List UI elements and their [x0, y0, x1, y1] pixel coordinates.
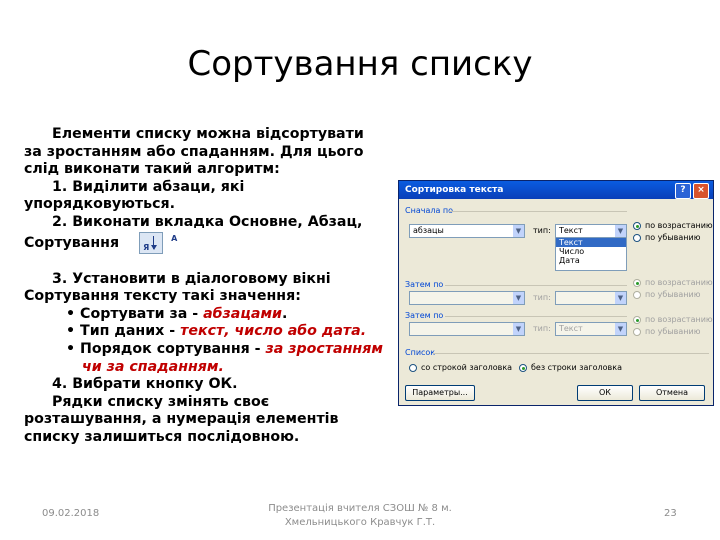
chevron-down-icon: ▼: [513, 292, 524, 304]
type-dropdown-list[interactable]: Текст Число Дата: [555, 237, 627, 271]
bullet-sort-by: • Сортувати за - абзацами.: [24, 306, 386, 324]
bullet-data-type-value: текст, число або дата.: [180, 323, 367, 340]
footer-date: 09.02.2018: [42, 508, 100, 519]
closing-paragraph: Рядки списку змінять своє розташування, …: [24, 393, 339, 445]
type-label-2: тип:: [533, 293, 551, 302]
type-select-2[interactable]: ▼: [555, 291, 627, 305]
chevron-down-icon: ▼: [615, 225, 626, 237]
slide-title: Сортування списку: [187, 44, 533, 84]
help-button[interactable]: ?: [675, 183, 691, 199]
chevron-down-icon: ▼: [513, 225, 524, 237]
group-list: Список: [405, 348, 436, 357]
chevron-down-icon: ▼: [615, 323, 626, 335]
step-1: 1. Виділити абзаци, які упорядковуються.: [24, 178, 245, 213]
type-select-1[interactable]: Текст ▼: [555, 224, 627, 238]
bullet-data-type: • Тип даних - текст, число або дата.: [24, 323, 386, 341]
chevron-down-icon: ▼: [615, 292, 626, 304]
group-then-by-2: Затем по: [405, 311, 444, 320]
bullet-sort-order-label: Порядок сортування -: [80, 340, 266, 357]
no-header-radio[interactable]: [519, 364, 527, 372]
footer-page-number: 23: [664, 508, 677, 519]
no-header-label: без строки заголовка: [531, 363, 622, 372]
slide-body: Елементи списку можна відсортувати за зр…: [24, 126, 386, 447]
desc-radio-2[interactable]: [633, 291, 641, 299]
bullet-mark: •: [66, 323, 76, 340]
bullet-sort-by-label: Сортувати за -: [80, 305, 204, 322]
type-option-date[interactable]: Дата: [556, 256, 626, 265]
asc-radio-1[interactable]: [633, 222, 641, 230]
with-header-label: со строкой заголовка: [421, 363, 513, 372]
footer-author: Презентація вчителя СЗОШ № 8 м. Хмельниц…: [240, 502, 480, 530]
intro-paragraph: Елементи списку можна відсортувати за зр…: [24, 126, 364, 178]
bullet-sort-by-value: абзацами: [203, 305, 282, 322]
desc-label-1: по убыванию: [645, 233, 701, 242]
desc-label-2: по убыванию: [645, 290, 701, 299]
group-first-by: Сначала по: [405, 206, 454, 215]
with-header-radio[interactable]: [409, 364, 417, 372]
type-label-1: тип:: [533, 226, 551, 235]
dialog-titlebar: Сортировка текста ? ×: [399, 181, 713, 199]
sort-by-field-3[interactable]: ▼: [409, 322, 525, 336]
desc-label-3: по убыванию: [645, 327, 701, 336]
sort-icon-letters: АЯ: [143, 233, 178, 252]
sort-by-field-1[interactable]: абзацы ▼: [409, 224, 525, 238]
type-select-3-value: Текст: [559, 324, 583, 333]
parameters-button[interactable]: Параметры...: [405, 385, 475, 401]
type-select-3[interactable]: Текст ▼: [555, 322, 627, 336]
bullet-mark: •: [66, 340, 76, 357]
bullet-mark: •: [66, 305, 76, 322]
type-label-3: тип:: [533, 324, 551, 333]
sort-icon: АЯ: [139, 231, 178, 254]
type-option-text[interactable]: Текст: [556, 238, 626, 247]
sort-by-field-2[interactable]: ▼: [409, 291, 525, 305]
close-button[interactable]: ×: [693, 183, 709, 199]
asc-radio-3[interactable]: [633, 316, 641, 324]
chevron-down-icon: ▼: [513, 323, 524, 335]
type-select-1-value: Текст: [559, 226, 583, 235]
step-2-text: 2. Виконати вкладка Основне, Абзац, Сорт…: [24, 213, 363, 251]
footer-author-line-1: Презентація вчителя СЗОШ № 8 м.: [268, 503, 452, 514]
sort-text-dialog: Сортировка текста ? × Сначала по абзацы ▼…: [398, 180, 714, 406]
step-3: 3. Установити в діалоговому вікні Сортув…: [24, 270, 331, 305]
asc-label-3: по возрастанию: [645, 315, 713, 324]
bullet-sort-order: • Порядок сортування - за зростанням чи …: [24, 341, 386, 376]
step-4: 4. Вибрати кнопку ОК.: [52, 376, 238, 393]
asc-label-1: по возрастанию: [645, 221, 713, 230]
asc-radio-2[interactable]: [633, 279, 641, 287]
footer-author-line-2: Хмельницького Кравчук Г.Т.: [284, 517, 436, 528]
bullet-sort-by-suffix: .: [282, 305, 288, 322]
desc-radio-3[interactable]: [633, 328, 641, 336]
dialog-title: Сортировка текста: [405, 185, 504, 195]
type-option-number[interactable]: Число: [556, 247, 626, 256]
group-then-by-1: Затем по: [405, 280, 444, 289]
bullet-data-type-label: Тип даних -: [80, 323, 181, 340]
asc-label-2: по возрастанию: [645, 278, 713, 287]
ok-button[interactable]: ОК: [577, 385, 633, 401]
step-2: 2. Виконати вкладка Основне, Абзац, Сорт…: [24, 214, 386, 254]
cancel-button[interactable]: Отмена: [639, 385, 705, 401]
desc-radio-1[interactable]: [633, 234, 641, 242]
sort-by-field-1-value: абзацы: [413, 226, 444, 235]
